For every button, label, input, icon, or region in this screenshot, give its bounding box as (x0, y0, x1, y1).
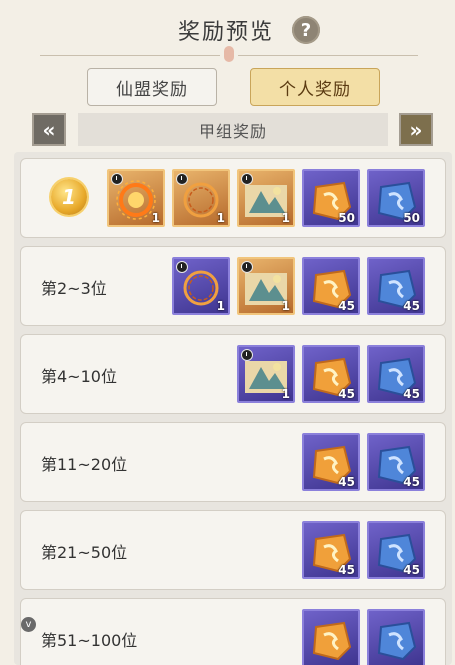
rank-label: 第11~20位 (41, 455, 128, 474)
item-count: 45 (338, 475, 355, 489)
clock-icon (241, 349, 253, 361)
title-divider-left (40, 55, 220, 56)
reward-item[interactable]: 50 (367, 169, 425, 227)
item-count: 45 (403, 563, 420, 577)
tab-personal-rewards[interactable]: 个人奖励 (250, 68, 380, 106)
help-button[interactable]: ? (292, 16, 320, 44)
panel-header: 奖励预览 ? (0, 0, 455, 62)
reward-item[interactable]: 1 (237, 257, 295, 315)
prev-group-button[interactable]: « (32, 113, 66, 146)
reward-item[interactable]: 1 (107, 169, 165, 227)
group-label: 甲组奖励 (78, 113, 388, 146)
item-count: 1 (151, 211, 160, 225)
reward-item[interactable]: 50 (302, 169, 360, 227)
item-count: 50 (338, 211, 355, 225)
reward-item[interactable]: 45 (367, 345, 425, 403)
item-count: 45 (338, 387, 355, 401)
rank-label: 第21~50位 (41, 543, 128, 562)
item-count: 1 (281, 299, 290, 313)
reward-item[interactable] (302, 609, 360, 665)
item-count: 45 (403, 299, 420, 313)
title-ornament (224, 46, 234, 62)
clock-icon (176, 173, 188, 185)
item-count: 50 (403, 211, 420, 225)
item-count: 45 (338, 563, 355, 577)
rank-1-medal-icon: 1 (51, 179, 87, 215)
reward-row: 第51~100位 (20, 598, 446, 665)
reward-row: 第11~20位 45 45 (20, 422, 446, 502)
next-group-button[interactable]: » (399, 113, 433, 146)
reward-item[interactable]: 45 (367, 433, 425, 491)
clock-icon (241, 173, 253, 185)
item-count: 1 (216, 211, 225, 225)
clock-icon (176, 261, 188, 273)
item-count: 45 (403, 387, 420, 401)
reward-item[interactable]: 45 (367, 257, 425, 315)
reward-row: 第21~50位 45 45 (20, 510, 446, 590)
reward-item[interactable]: 45 (302, 521, 360, 579)
reward-list[interactable]: 1 1 1 1 50 50 第2~3位 1 1 45 45 第4~10位 1 45 45 第11~20位 45 4… (14, 152, 452, 665)
page-title: 奖励预览 (178, 20, 275, 45)
reward-row: 第4~10位 1 45 45 (20, 334, 446, 414)
item-count: 1 (216, 299, 225, 313)
reward-row: 第2~3位 1 1 45 45 (20, 246, 446, 326)
item-count: 45 (338, 299, 355, 313)
item-count: 1 (281, 211, 290, 225)
reward-item[interactable]: 45 (302, 257, 360, 315)
reward-item[interactable]: 45 (367, 521, 425, 579)
title-divider-right (238, 55, 418, 56)
reward-item[interactable]: 1 (172, 169, 230, 227)
item-count: 45 (403, 475, 420, 489)
rank-label: 第4~10位 (41, 367, 117, 386)
reward-item[interactable]: 1 (172, 257, 230, 315)
scroll-down-icon[interactable]: v (21, 617, 36, 632)
rank-label: 第51~100位 (41, 631, 138, 650)
reward-item[interactable]: 1 (237, 169, 295, 227)
clock-icon (111, 173, 123, 185)
tab-alliance-rewards[interactable]: 仙盟奖励 (87, 68, 217, 106)
item-count: 1 (281, 387, 290, 401)
reward-item[interactable] (367, 609, 425, 665)
clock-icon (241, 261, 253, 273)
reward-row: 1 1 1 1 50 50 (20, 158, 446, 238)
rank-label: 第2~3位 (41, 279, 107, 298)
reward-item[interactable]: 45 (302, 345, 360, 403)
reward-item[interactable]: 45 (302, 433, 360, 491)
reward-item[interactable]: 1 (237, 345, 295, 403)
